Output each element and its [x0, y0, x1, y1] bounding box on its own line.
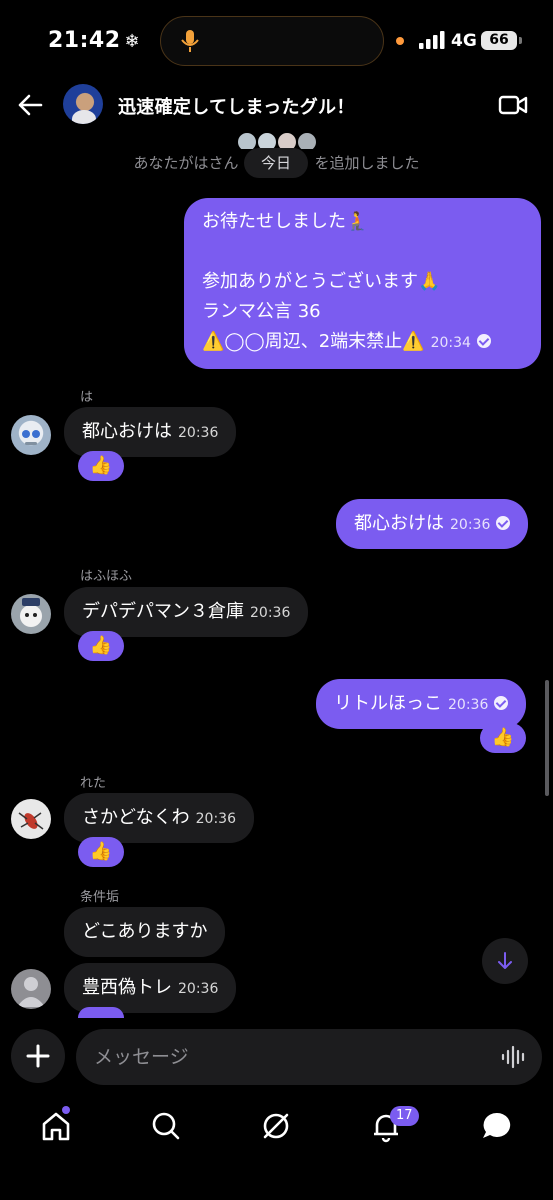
signal-icon [419, 31, 445, 49]
member-avatars [236, 131, 320, 149]
home-icon[interactable] [36, 1108, 76, 1144]
group-avatar[interactable] [63, 84, 103, 124]
battery-tip [519, 37, 522, 44]
message-text: 都心おけは [82, 421, 172, 442]
incoming-message[interactable]: どこありますか [64, 907, 226, 957]
user-avatar[interactable] [11, 415, 51, 455]
bottom-tab-bar: 17 [0, 1096, 553, 1200]
read-check-icon [494, 696, 509, 710]
add-attachment-button[interactable] [11, 1029, 65, 1083]
robot-avatar-icon [22, 430, 40, 445]
back-arrow-icon[interactable] [17, 92, 43, 118]
message-text: ⚠️◯◯周辺、2端末禁止⚠️ [202, 331, 425, 352]
sender-name: は [80, 390, 94, 405]
scrollbar[interactable] [545, 680, 549, 796]
user-avatar[interactable] [11, 799, 51, 839]
system-message-prefix: あなたがはさん [133, 154, 239, 172]
message-line-blank [202, 237, 523, 267]
incoming-message[interactable]: 都心おけは 20:36 [64, 407, 237, 457]
scroll-to-bottom-button[interactable] [482, 938, 528, 984]
message-line: ランマ公言 36 [202, 301, 321, 322]
outgoing-message[interactable]: リトルほっこ 20:36 [316, 679, 527, 729]
member-avatar [296, 131, 318, 149]
read-check-icon [496, 516, 511, 530]
bear-avatar-icon [22, 598, 40, 617]
message-line: お待たせしました🧎 [202, 211, 369, 232]
incoming-message[interactable]: さかどなくわ 20:36 [64, 793, 254, 843]
explore-icon[interactable] [256, 1108, 296, 1144]
message-time: 20:36 [178, 981, 219, 997]
message-time: 20:36 [178, 425, 219, 441]
insect-avatar-icon [18, 812, 44, 830]
plus-icon [26, 1044, 50, 1068]
video-call-icon[interactable] [498, 92, 528, 118]
message-text: どこありますか [82, 921, 208, 942]
reaction-thumbs-up[interactable]: 👍 [78, 451, 124, 481]
user-avatar[interactable] [11, 594, 51, 634]
message-time: 20:36 [450, 517, 491, 533]
battery-icon: 66 [481, 31, 517, 50]
status-bar: 21:42 ❄ 4G 66 [0, 0, 553, 82]
message-time: 20:36 [195, 811, 236, 827]
clock: 21:42 ❄ [48, 28, 141, 53]
message-text: リトルほっこ [334, 693, 442, 714]
arrow-down-icon [498, 952, 512, 969]
message-text: 都心おけは [354, 513, 444, 534]
message-time: 20:36 [250, 605, 291, 621]
user-avatar[interactable] [11, 969, 51, 1009]
message-text: 豊西偽トレ [82, 977, 172, 998]
reaction-thumbs-up-partial[interactable] [78, 1007, 124, 1018]
search-icon[interactable] [146, 1108, 186, 1144]
home-unread-dot [62, 1106, 70, 1114]
message-composer [0, 1018, 553, 1096]
sender-name: 条件垢 [80, 890, 120, 905]
incoming-message[interactable]: デパデパマン３倉庫 20:36 [64, 587, 309, 637]
message-text: デパデパマン３倉庫 [82, 601, 244, 622]
message-line: 参加ありがとうございます🙏 [202, 271, 441, 292]
reaction-thumbs-up[interactable]: 👍 [480, 723, 526, 753]
chat-header: 迅速確定してしまったグル！ [0, 82, 553, 132]
message-input[interactable] [94, 1029, 484, 1085]
reaction-thumbs-up[interactable]: 👍 [78, 837, 124, 867]
date-separator: 今日 [244, 148, 308, 178]
notification-badge: 17 [390, 1106, 419, 1126]
member-avatar [236, 131, 258, 149]
network-type: 4G [451, 31, 477, 51]
read-check-icon [476, 334, 491, 348]
reaction-thumbs-up[interactable]: 👍 [78, 631, 124, 661]
system-message-suffix: を追加しました [314, 154, 420, 172]
message-line: ⚠️◯◯周辺、2端末禁止⚠️ 20:34 [202, 327, 523, 358]
snowflake-icon: ❄ [124, 31, 141, 52]
message-time: 20:36 [448, 697, 489, 713]
microphone-icon [181, 30, 199, 52]
sender-name: はふほふ [80, 569, 133, 584]
message-input-container[interactable] [76, 1029, 542, 1085]
dynamic-island [160, 16, 384, 66]
mic-in-use-indicator [396, 37, 404, 45]
member-avatar [256, 131, 278, 149]
message-text: さかどなくわ [82, 807, 190, 828]
outgoing-message[interactable]: 都心おけは 20:36 [336, 499, 529, 549]
chat-title[interactable]: 迅速確定してしまったグル！ [118, 93, 355, 119]
member-avatar [276, 131, 298, 149]
sender-name: れた [80, 776, 107, 791]
incoming-message[interactable]: 豊西偽トレ 20:36 [64, 963, 237, 1013]
voice-waveform-icon[interactable] [501, 1045, 527, 1069]
messages-icon[interactable] [477, 1108, 517, 1144]
message-time: 20:34 [430, 335, 471, 351]
default-person-icon [17, 977, 45, 1007]
outgoing-message[interactable]: お待たせしました🧎 参加ありがとうございます🙏 ランマ公言 36 ⚠️◯◯周辺、… [184, 198, 541, 369]
home-indicator [0, 1190, 553, 1200]
